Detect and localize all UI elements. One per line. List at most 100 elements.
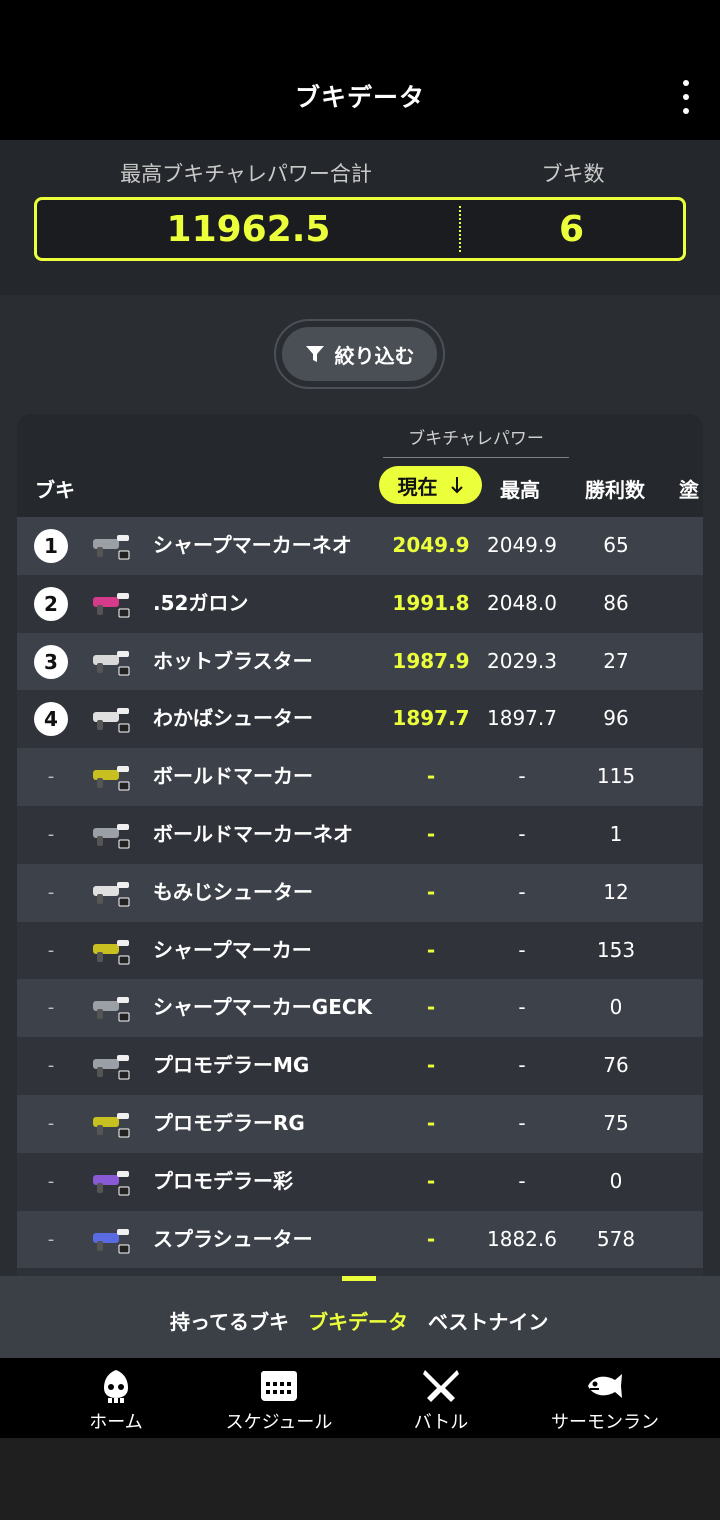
- current-power: -: [426, 1168, 436, 1193]
- table-row[interactable]: - シャープマーカーGECK - - 0: [17, 979, 703, 1038]
- max-power: -: [518, 1168, 526, 1193]
- weapon-name: シャープマーカー: [153, 937, 312, 962]
- weapon-icon: [93, 766, 130, 791]
- rank-badge: 1: [34, 529, 68, 563]
- weapon-icon: [93, 708, 130, 733]
- rank-badge: 4: [34, 702, 68, 737]
- nav-battle-label: バトル: [413, 1412, 469, 1433]
- weapon-name: プロモデラー彩: [153, 1168, 293, 1193]
- wins-count: 96: [603, 706, 629, 731]
- system-area: [0, 1438, 720, 1520]
- tab-weapon-data[interactable]: ブキデータ: [308, 1306, 408, 1335]
- tab-best-nine[interactable]: ベストナイン: [428, 1306, 548, 1335]
- table-row[interactable]: - プロモデラーMG - - 76: [17, 1037, 703, 1095]
- arrow-down-icon: [450, 477, 463, 494]
- current-power: -: [426, 879, 436, 904]
- header: ブキデータ: [0, 0, 720, 140]
- weapon-icon: [93, 881, 130, 907]
- current-power: 1987.9: [392, 648, 470, 673]
- calendar-icon: [261, 1371, 297, 1401]
- weapon-icon: [93, 535, 130, 560]
- wins-count: 27: [603, 648, 629, 673]
- weapon-icon: [93, 1170, 130, 1196]
- nav-schedule[interactable]: スケジュール: [189, 1358, 369, 1438]
- weapon-icon: [93, 939, 130, 965]
- table-row[interactable]: - ボールドマーカー - - 115: [17, 748, 703, 806]
- nav-salmon-run[interactable]: サーモンラン: [515, 1358, 695, 1438]
- col-max[interactable]: 最高: [500, 474, 540, 503]
- rank-none: -: [47, 1112, 55, 1134]
- page-title: ブキデータ: [294, 83, 425, 112]
- weapon-icon: [93, 997, 130, 1022]
- col-weapon[interactable]: ブキ: [35, 474, 75, 503]
- current-power: -: [426, 821, 436, 846]
- current-power: 1991.8: [392, 590, 470, 615]
- table-row[interactable]: 2 .52ガロン 1991.8 2048.0 86: [17, 574, 703, 633]
- weapon-icon: [93, 592, 130, 618]
- max-power: 1882.6: [487, 1226, 557, 1251]
- filter-label: 絞り込む: [334, 343, 415, 368]
- wins-count: 86: [603, 590, 629, 615]
- max-power: 1897.7: [487, 706, 557, 731]
- more-vert-icon[interactable]: [674, 80, 698, 114]
- nav-home-label: ホーム: [89, 1412, 143, 1433]
- col-now-sort[interactable]: 現在: [379, 466, 482, 504]
- nav-home[interactable]: ホーム: [26, 1358, 206, 1438]
- weapon-table: ブキチャレパワー ブキ 現在 最高 勝利数 塗 1 シャープマーカーネオ 2049…: [17, 414, 703, 1276]
- weapon-icon: [93, 1112, 130, 1138]
- rank-none: -: [47, 997, 55, 1019]
- table-row[interactable]: - プロモデラーRG - - 75: [17, 1094, 703, 1153]
- wins-count: 0: [609, 995, 623, 1020]
- max-power: -: [518, 764, 526, 789]
- weapon-count-value: 6: [558, 209, 585, 250]
- weapon-name: プロモデラーMG: [153, 1053, 310, 1078]
- nav-salmon-run-label: サーモンラン: [551, 1412, 659, 1433]
- weapon-name: ボールドマーカーネオ: [153, 821, 353, 846]
- filter-button[interactable]: 絞り込む: [282, 327, 437, 381]
- table-row[interactable]: - シャープマーカー - - 153: [17, 921, 703, 980]
- max-power: -: [518, 937, 526, 962]
- sub-tabs: 持ってるブキ ブキデータ ベストナイン: [0, 1276, 720, 1358]
- rank-none: -: [47, 881, 55, 903]
- max-power: 2048.0: [487, 590, 557, 615]
- tab-owned-weapons[interactable]: 持ってるブキ: [170, 1306, 289, 1335]
- wins-count: 0: [609, 1168, 623, 1193]
- max-power: -: [518, 821, 526, 846]
- weapon-name: シャープマーカーGECK: [153, 995, 373, 1020]
- salmon-icon: [588, 1374, 622, 1398]
- table-row[interactable]: - もみじシューター - - 12: [17, 863, 703, 922]
- table-row[interactable]: - ボールドマーカーネオ - - 1: [17, 805, 703, 864]
- weapon-count-label: ブキ数: [541, 162, 605, 186]
- table-row[interactable]: 3 ホットブラスター 1987.9 2029.3 27: [17, 632, 703, 691]
- rank-none: -: [47, 1170, 55, 1192]
- current-power: -: [426, 937, 436, 962]
- table-header: ブキチャレパワー ブキ 現在 最高 勝利数 塗: [17, 414, 703, 517]
- weapon-name: シャープマーカーネオ: [153, 533, 352, 557]
- col-now-label: 現在: [397, 474, 438, 499]
- total-power-value: 11962.5: [166, 209, 331, 250]
- wins-count: 12: [603, 879, 629, 904]
- filter-button-outline: 絞り込む: [274, 319, 445, 389]
- nav-battle[interactable]: バトル: [351, 1358, 531, 1438]
- col-wins[interactable]: 勝利数: [585, 474, 645, 503]
- rank-badge: 3: [34, 644, 68, 679]
- table-row[interactable]: 1 シャープマーカーネオ 2049.9 2049.9 65: [17, 517, 703, 575]
- weapon-icon: [93, 1055, 130, 1080]
- weapon-name: もみじシューター: [153, 879, 313, 904]
- max-power: -: [518, 879, 526, 904]
- table-body: 1 シャープマーカーネオ 2049.9 2049.9 65 2 .52ガロン 1991.8…: [17, 517, 703, 1269]
- challenge-power-group-label: ブキチャレパワー: [383, 424, 569, 458]
- table-row[interactable]: - プロモデラー彩 - - 0: [17, 1152, 703, 1211]
- current-power: -: [426, 1226, 436, 1251]
- squid-icon: [104, 1370, 128, 1403]
- wins-count: 76: [603, 1053, 629, 1078]
- rank-none: -: [47, 1228, 55, 1250]
- wins-count: 115: [596, 764, 636, 789]
- rank-none: -: [47, 1055, 55, 1077]
- table-row[interactable]: 4 わかばシューター 1897.7 1897.7 96: [17, 690, 703, 749]
- current-power: -: [426, 1110, 436, 1135]
- wins-count: 1: [609, 821, 623, 846]
- table-row[interactable]: - スプラシューター - 1882.6 578: [17, 1210, 703, 1269]
- col-paint[interactable]: 塗: [679, 474, 699, 503]
- summary-panel: 最高ブキチャレパワー合計 ブキ数 11962.5 6: [0, 140, 720, 295]
